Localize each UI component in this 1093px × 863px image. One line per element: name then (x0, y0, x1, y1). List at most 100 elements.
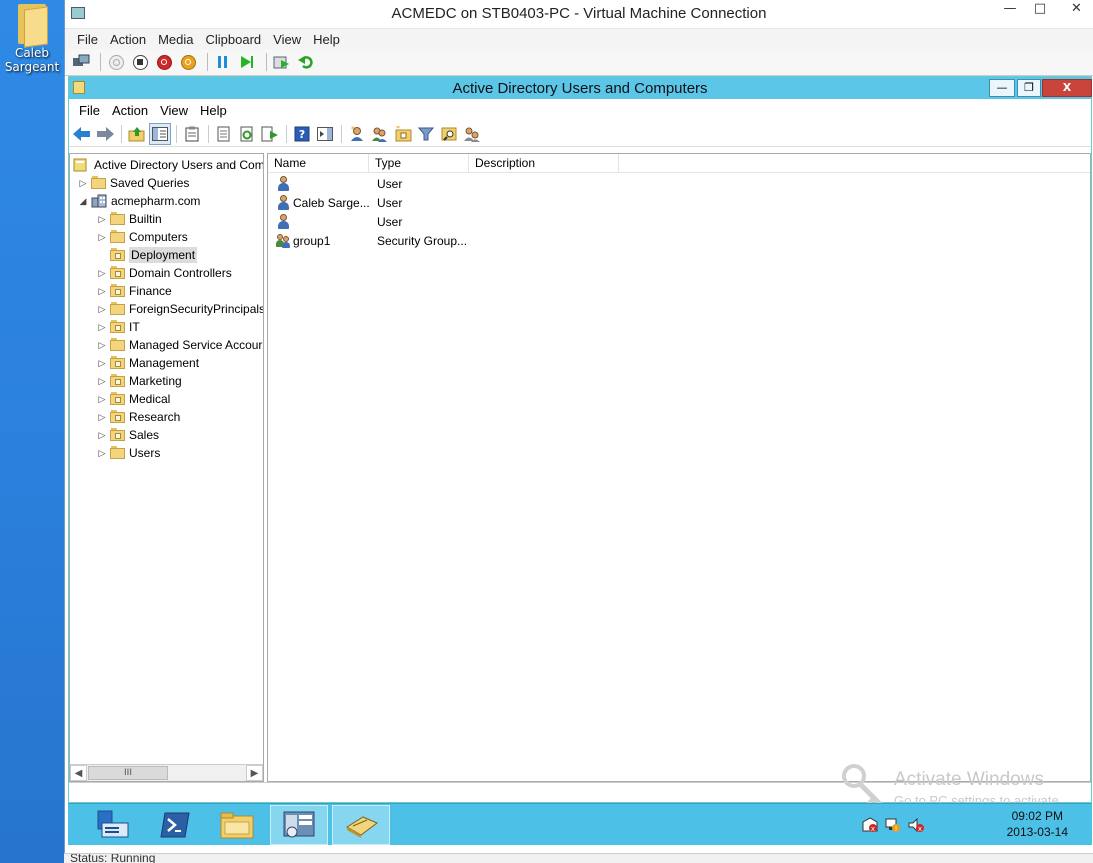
server-manager-taskbar-button[interactable] (84, 805, 142, 845)
ctrl-alt-del-icon[interactable] (71, 52, 91, 72)
close-button[interactable]: ✕ (1059, 0, 1093, 20)
turn-off-icon[interactable] (130, 52, 150, 72)
tree-item-deployment[interactable]: Deployment (96, 246, 198, 264)
tree-horizontal-scrollbar[interactable]: ◀ III ▶ (70, 764, 263, 781)
taskbar-clock[interactable]: 09:02 PM 2013-03-14 (1007, 808, 1068, 840)
up-folder-icon[interactable] (126, 123, 148, 145)
expand-arrow-icon[interactable]: ▷ (96, 340, 108, 351)
list-item[interactable]: Caleb Sarge... User (268, 193, 477, 212)
column-header-name[interactable]: Name (268, 154, 369, 172)
action-center-icon[interactable]: x (862, 817, 878, 833)
list-item[interactable]: group1 Security Group... (268, 231, 477, 250)
mmc-taskbar-button[interactable] (270, 805, 328, 845)
tree-item-label: Marketing (129, 374, 182, 388)
tree-item-sales[interactable]: ▷ Sales (96, 426, 159, 444)
reset-icon[interactable] (237, 52, 257, 72)
expand-arrow-icon[interactable]: ▷ (96, 376, 108, 387)
expand-arrow-icon[interactable]: ▷ (96, 214, 108, 225)
tree-item-domain[interactable]: ◢ acmepharm.com (77, 192, 201, 210)
collapse-arrow-icon[interactable]: ◢ (77, 196, 89, 207)
aduc-minimize-button[interactable]: — (989, 79, 1015, 97)
expand-arrow-icon[interactable]: ▷ (77, 178, 89, 189)
copy-icon[interactable] (213, 123, 235, 145)
aduc-close-button[interactable]: X (1042, 79, 1092, 97)
tree-item-it[interactable]: ▷ IT (96, 318, 140, 336)
back-arrow-icon[interactable] (71, 123, 93, 145)
shut-down-icon[interactable] (154, 52, 174, 72)
tree-item-foreignsecurityprincipals[interactable]: ▷ ForeignSecurityPrincipals (96, 300, 263, 318)
vm-menu-clipboard[interactable]: Clipboard (200, 32, 268, 47)
vm-menu-file[interactable]: File (71, 32, 104, 47)
new-group-icon[interactable] (369, 123, 391, 145)
tree-item-managed-service-accour[interactable]: ▷ Managed Service Accour (96, 336, 262, 354)
tree-item-users[interactable]: ▷ Users (96, 444, 160, 462)
expand-arrow-icon[interactable]: ▷ (96, 394, 108, 405)
add-to-group-icon[interactable] (461, 123, 483, 145)
show-action-pane-icon[interactable] (314, 123, 336, 145)
aduc-menu-view[interactable]: View (154, 103, 194, 118)
console-tree: Active Directory Users and Com ▷ Saved Q… (69, 153, 264, 782)
find-icon[interactable] (438, 123, 460, 145)
list-item[interactable]: User (268, 174, 477, 193)
list-item[interactable]: User (268, 212, 477, 231)
start-icon[interactable] (106, 52, 126, 72)
vm-menu-help[interactable]: Help (307, 32, 346, 47)
scroll-left-arrow-icon[interactable]: ◀ (70, 765, 87, 781)
tree-item-saved-queries[interactable]: ▷ Saved Queries (77, 174, 189, 192)
expand-arrow-icon[interactable]: ▷ (96, 412, 108, 423)
aduc-restore-button[interactable]: ❐ (1017, 79, 1041, 97)
aduc-taskbar-button[interactable] (332, 805, 390, 845)
tree-item-marketing[interactable]: ▷ Marketing (96, 372, 182, 390)
column-header-description[interactable]: Description (469, 154, 619, 172)
properties-clipboard-icon[interactable] (181, 123, 203, 145)
show-hide-console-tree-icon[interactable] (149, 122, 171, 145)
tree-item-finance[interactable]: ▷ Finance (96, 282, 172, 300)
aduc-menu-file[interactable]: File (73, 103, 106, 118)
expand-arrow-icon[interactable]: ▷ (96, 232, 108, 243)
help-icon[interactable]: ? (291, 123, 313, 145)
refresh-icon[interactable] (236, 123, 258, 145)
expand-arrow-icon[interactable]: ▷ (96, 304, 108, 315)
expand-arrow-icon[interactable]: ▷ (96, 448, 108, 459)
tree-root[interactable]: Active Directory Users and Com (73, 156, 264, 174)
expand-arrow-icon[interactable]: ▷ (96, 286, 108, 297)
volume-muted-icon[interactable]: x (908, 817, 924, 833)
scroll-thumb[interactable]: III (88, 766, 168, 780)
save-icon[interactable] (178, 52, 198, 72)
network-icon[interactable]: ! (885, 817, 901, 833)
scroll-right-arrow-icon[interactable]: ▶ (246, 765, 263, 781)
vm-menu-view[interactable]: View (267, 32, 307, 47)
snapshot-icon[interactable] (272, 52, 292, 72)
tree-item-medical[interactable]: ▷ Medical (96, 390, 170, 408)
export-list-icon[interactable] (259, 123, 281, 145)
maximize-button[interactable]: □ (1025, 0, 1055, 20)
tree-item-builtin[interactable]: ▷ Builtin (96, 210, 162, 228)
revert-icon[interactable] (296, 52, 316, 72)
tree-item-research[interactable]: ▷ Research (96, 408, 180, 426)
vm-menu-media[interactable]: Media (152, 32, 199, 47)
tree-item-computers[interactable]: ▷ Computers (96, 228, 188, 246)
column-header-type[interactable]: Type (369, 154, 469, 172)
tree-item-domain-controllers[interactable]: ▷ Domain Controllers (96, 264, 232, 282)
minimize-button[interactable]: — (995, 0, 1025, 20)
aduc-window-title: Active Directory Users and Computers (452, 80, 708, 97)
aduc-menu-action[interactable]: Action (106, 103, 154, 118)
toolbar-separator (100, 53, 101, 71)
tree-item-management[interactable]: ▷ Management (96, 354, 199, 372)
filter-icon[interactable] (415, 123, 437, 145)
expand-arrow-icon[interactable]: ▷ (96, 430, 108, 441)
forward-arrow-icon[interactable] (94, 123, 116, 145)
file-explorer-taskbar-button[interactable] (208, 805, 266, 845)
tree-root-label: Active Directory Users and Com (94, 158, 264, 172)
new-user-icon[interactable]: * (346, 123, 368, 145)
expand-arrow-icon[interactable]: ▷ (96, 358, 108, 369)
pause-icon[interactable] (213, 52, 233, 72)
expand-arrow-icon[interactable]: ▷ (96, 268, 108, 279)
desktop-folder-shortcut[interactable]: Caleb Sargeant (4, 2, 60, 74)
organizational-unit-icon (110, 410, 125, 423)
expand-arrow-icon[interactable]: ▷ (96, 322, 108, 333)
aduc-menu-help[interactable]: Help (194, 103, 233, 118)
powershell-taskbar-button[interactable] (146, 805, 204, 845)
vm-menu-action[interactable]: Action (104, 32, 152, 47)
new-ou-icon[interactable]: * (392, 123, 414, 145)
